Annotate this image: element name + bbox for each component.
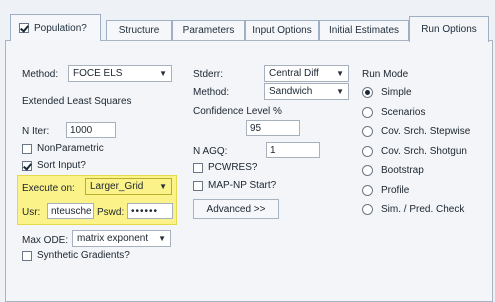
run-mode-radio[interactable] (362, 87, 373, 98)
niter-label: N Iter: (22, 126, 50, 137)
usr-input[interactable]: nteusche (47, 203, 94, 219)
tab-input-options[interactable]: Input Options (245, 20, 319, 40)
synthetic-gradients-row[interactable]: Synthetic Gradients? (22, 250, 130, 261)
run-mode-option[interactable]: Profile (362, 184, 410, 196)
synthetic-gradients-label: Synthetic Gradients? (37, 250, 130, 261)
confidence-level-input[interactable]: 95 (246, 120, 300, 136)
method-select-value: FOCE ELS (73, 68, 123, 79)
middle-method-label: Method: (193, 87, 230, 98)
sort-input-row[interactable]: Sort Input? (22, 160, 86, 171)
run-mode-title: Run Mode (362, 69, 409, 80)
sort-input-label: Sort Input? (37, 160, 86, 171)
run-mode-option[interactable]: Cov. Srch. Shotgun (362, 145, 467, 157)
execute-on-value: Larger_Grid (90, 181, 144, 192)
stderr-select[interactable]: Central Diff ▼ (264, 65, 349, 82)
usr-label: Usr: (22, 207, 41, 218)
run-mode-option-label: Profile (381, 184, 410, 196)
middle-method-select[interactable]: Sandwich ▼ (264, 83, 349, 100)
tab-run-options-label: Run Options (421, 24, 477, 35)
population-checkbox[interactable] (19, 23, 29, 33)
run-mode-radio[interactable] (362, 106, 373, 118)
pswd-input[interactable]: •••••• (127, 203, 173, 219)
pswd-label: Pswd: (97, 207, 125, 218)
mapnp-start-checkbox[interactable] (193, 180, 203, 191)
run-mode-radio[interactable] (362, 165, 373, 176)
run-mode-option[interactable]: Bootstrap (362, 165, 424, 176)
nonparametric-label: NonParametric (37, 143, 104, 154)
run-mode-option-label: Bootstrap (381, 165, 424, 176)
tab-input-options-label: Input Options (252, 25, 312, 36)
chevron-down-icon: ▼ (159, 182, 167, 191)
tab-structure-label: Structure (118, 25, 160, 36)
confidence-level-label: Confidence Level % (193, 106, 282, 117)
method-select[interactable]: FOCE ELS ▼ (68, 65, 172, 82)
nagq-label: N AGQ: (193, 146, 228, 157)
sort-input-checkbox[interactable] (22, 160, 32, 171)
tab-bar: Population? Structure Parameters Input O… (10, 14, 491, 42)
chevron-down-icon: ▼ (159, 69, 167, 78)
tab-population-label: Population? (34, 22, 87, 34)
tab-run-options[interactable]: Run Options (409, 16, 489, 42)
chevron-down-icon: ▼ (336, 87, 344, 96)
max-ode-value: matrix exponent (77, 233, 149, 244)
pcwres-checkbox[interactable] (193, 162, 203, 173)
run-mode-option[interactable]: Simple (362, 87, 412, 98)
run-mode-option[interactable]: Sim. / Pred. Check (362, 204, 464, 215)
method-description: Extended Least Squares (22, 96, 132, 107)
stderr-label: Stderr: (193, 69, 224, 80)
advanced-button-label: Advanced >> (206, 203, 266, 215)
execute-on-label: Execute on: (22, 183, 75, 194)
run-mode-option-label: Simple (381, 87, 412, 98)
run-mode-radio[interactable] (362, 126, 373, 137)
run-mode-radio[interactable] (362, 184, 373, 196)
nonparametric-checkbox[interactable] (22, 143, 32, 154)
run-mode-radio[interactable] (362, 204, 373, 215)
run-mode-option-label: Sim. / Pred. Check (381, 204, 465, 215)
middle-method-value: Sandwich (269, 86, 313, 97)
chevron-down-icon: ▼ (158, 234, 166, 243)
method-label: Method: (22, 69, 59, 80)
max-ode-label: Max ODE: (22, 235, 69, 246)
tab-initial-estimates-label: Initial Estimates (328, 25, 400, 36)
run-mode-radio[interactable] (362, 145, 373, 157)
tab-structure[interactable]: Structure (106, 20, 172, 40)
run-mode-option-label: Cov. Srch. Stepwise (381, 126, 471, 137)
tab-initial-estimates[interactable]: Initial Estimates (319, 20, 409, 40)
tab-population[interactable]: Population? (10, 14, 101, 41)
tab-parameters-label: Parameters (182, 25, 235, 36)
nagq-input[interactable]: 1 (266, 142, 320, 158)
stderr-value: Central Diff (269, 68, 319, 79)
tab-parameters[interactable]: Parameters (172, 20, 245, 40)
chevron-down-icon: ▼ (336, 69, 344, 78)
niter-input[interactable]: 1000 (66, 122, 116, 138)
max-ode-select[interactable]: matrix exponent ▼ (72, 230, 171, 247)
synthetic-gradients-checkbox[interactable] (22, 250, 32, 261)
pcwres-label: PCWRES? (208, 162, 258, 173)
nonparametric-row[interactable]: NonParametric (22, 143, 104, 154)
mapnp-start-label: MAP-NP Start? (208, 180, 277, 191)
pcwres-row[interactable]: PCWRES? (193, 162, 257, 173)
run-mode-option-label: Scenarios (381, 106, 426, 118)
run-mode-option[interactable]: Scenarios (362, 106, 426, 118)
execute-on-select[interactable]: Larger_Grid ▼ (85, 178, 172, 195)
run-mode-option[interactable]: Cov. Srch. Stepwise (362, 126, 470, 137)
mapnp-start-row[interactable]: MAP-NP Start? (193, 180, 276, 191)
advanced-button[interactable]: Advanced >> (193, 199, 279, 219)
run-mode-option-label: Cov. Srch. Shotgun (381, 145, 467, 157)
